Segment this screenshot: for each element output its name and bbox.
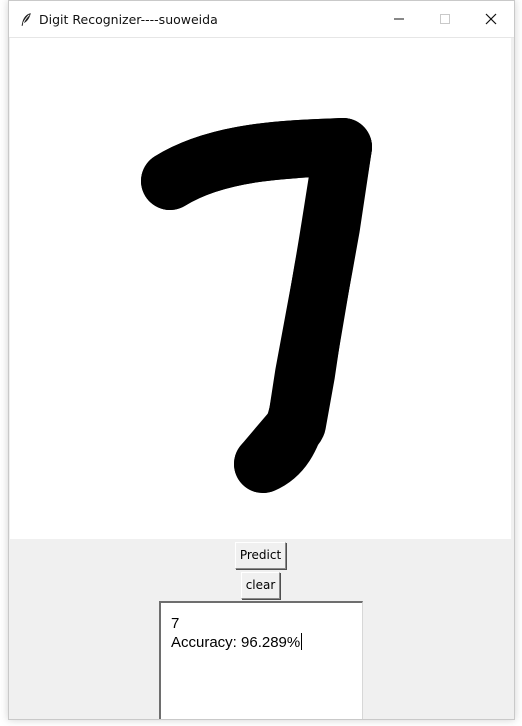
- accuracy-text: Accuracy: 96.289%: [171, 634, 301, 651]
- close-icon: [485, 13, 496, 25]
- predicted-digit: 7: [171, 615, 180, 632]
- app-window: Digit Recognizer----suoweida Predict cle…: [8, 0, 515, 720]
- feather-icon: [19, 12, 33, 27]
- title-bar[interactable]: Digit Recognizer----suoweida: [9, 1, 514, 38]
- text-cursor: [301, 633, 303, 650]
- drawing-canvas[interactable]: [10, 38, 511, 539]
- maximize-icon: [439, 14, 450, 24]
- close-button[interactable]: [468, 1, 513, 37]
- minimize-icon: [393, 18, 404, 20]
- handwritten-digit-stroke: [141, 118, 372, 493]
- accuracy-line: Accuracy: 96.289%: [171, 633, 362, 652]
- result-text-area[interactable]: 7 Accuracy: 96.289%: [159, 601, 363, 719]
- minimize-button[interactable]: [376, 1, 421, 37]
- clear-button[interactable]: clear: [241, 572, 280, 599]
- window-title: Digit Recognizer----suoweida: [39, 12, 218, 27]
- predict-button[interactable]: Predict: [235, 542, 286, 569]
- maximize-button[interactable]: [422, 1, 467, 37]
